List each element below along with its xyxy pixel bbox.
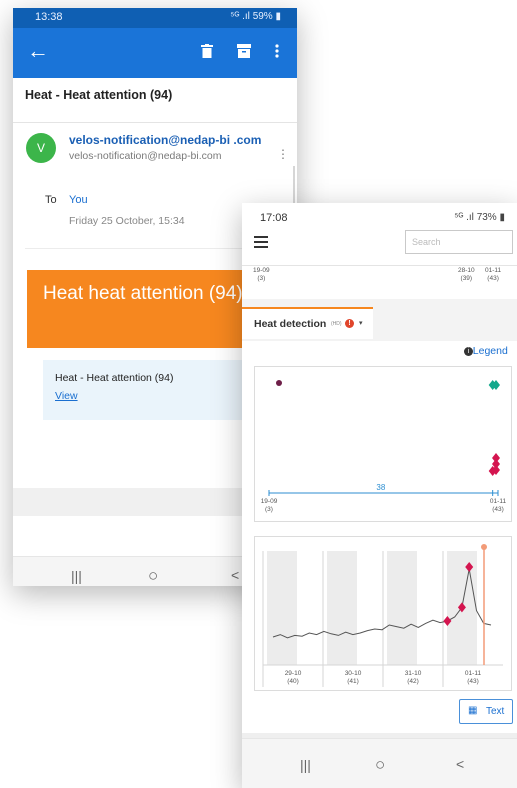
to-label: To xyxy=(45,194,57,206)
battery-percent: 59% xyxy=(252,11,273,22)
email-toolbar: ← xyxy=(13,28,297,78)
top-axis-label-mid: 28-10 (39) xyxy=(458,267,475,283)
activity-chart: 29-10 (40) 30-10 (41) 31-10 (42) 01-11 (43) xyxy=(254,536,512,691)
divider xyxy=(242,265,517,266)
x-tick-num: (43) xyxy=(467,678,479,685)
recent-apps-icon[interactable]: ||| xyxy=(71,568,82,584)
signal-icon: ⁵ᴳ .ıl xyxy=(230,11,250,22)
trash-icon[interactable] xyxy=(201,44,213,58)
email-subject: Heat - Heat attention (94) xyxy=(25,88,173,102)
hamburger-menu-icon[interactable] xyxy=(254,236,268,251)
night-band xyxy=(267,551,297,665)
night-band xyxy=(387,551,417,665)
heat-events-svg: 38 19-09(3) 01-11(43) xyxy=(261,380,507,513)
more-vert-icon[interactable]: ⋮ xyxy=(277,148,289,160)
search-input[interactable]: Search xyxy=(405,230,513,254)
battery-icon: ▮ xyxy=(275,11,281,22)
divider xyxy=(13,122,297,123)
home-icon[interactable]: ○ xyxy=(148,566,158,586)
legend-label: Legend xyxy=(472,345,508,357)
x-tick-date: 30-10 xyxy=(345,670,362,677)
interval-label: 38 xyxy=(376,483,385,492)
tick-num: (43) xyxy=(487,275,499,282)
status-right: ⁵ᴳ .ıl 59% ▮ xyxy=(230,11,281,22)
heat-event-point xyxy=(276,380,282,386)
x-tick-num: (43) xyxy=(492,506,504,513)
night-band xyxy=(327,551,357,665)
x-tick-date: 29-10 xyxy=(285,670,302,677)
x-tick-date: 01-11 xyxy=(465,670,482,677)
scrollbar[interactable] xyxy=(293,166,295,206)
tick-date: 19-09 xyxy=(253,267,270,274)
sender-name[interactable]: velos-notification@nedap-bi .com xyxy=(69,133,261,147)
more-vert-icon[interactable] xyxy=(275,44,279,58)
sender-address: velos-notification@nedap-bi.com xyxy=(69,150,222,162)
to-recipient[interactable]: You xyxy=(69,194,88,206)
status-time: 13:38 xyxy=(35,11,63,23)
legend-link[interactable]: Legend xyxy=(464,345,508,357)
back-icon[interactable]: < xyxy=(231,567,239,583)
x-tick-date: 31-10 xyxy=(405,670,422,677)
x-tick-date: 19-09 xyxy=(261,498,278,505)
tick-date: 28-10 xyxy=(458,267,475,274)
battery-percent: 73% xyxy=(476,212,497,223)
table-icon: ▦ xyxy=(468,705,478,716)
view-link[interactable]: View xyxy=(55,390,78,402)
heat-events-chart: 38 19-09 (3) 01-11 (43) xyxy=(254,366,512,522)
heat-detection-phone: 17:08 ⁵ᴳ .ıl 73% ▮ Search 19-09 (3) 28-1… xyxy=(242,203,517,788)
tick-num: (3) xyxy=(257,275,266,282)
x-tick-num: (3) xyxy=(265,506,273,513)
avatar: V xyxy=(26,133,56,163)
tick-num: (39) xyxy=(460,275,473,282)
text-button-label: Text xyxy=(486,706,505,717)
archive-icon[interactable] xyxy=(237,44,251,58)
x-tick-date: 01-11 xyxy=(490,498,507,505)
top-axis-label-right: 01-11 (43) xyxy=(485,267,501,283)
back-icon[interactable]: < xyxy=(456,756,464,772)
x-tick-num: (40) xyxy=(287,678,299,685)
status-time: 17:08 xyxy=(260,212,288,224)
current-time-marker xyxy=(481,544,487,550)
home-icon[interactable]: ○ xyxy=(375,755,385,775)
tick-date: 01-11 xyxy=(485,267,502,274)
chevron-down-icon[interactable]: ▾ xyxy=(359,319,363,327)
x-tick-num: (41) xyxy=(347,678,359,685)
recent-apps-icon[interactable]: ||| xyxy=(300,757,311,773)
activity-svg: 29-10(40) 30-10(41) 31-10(42) 01-11(43) xyxy=(262,544,503,687)
tab-label: Heat detection xyxy=(254,318,327,330)
status-bar: 13:38 ⁵ᴳ .ıl 59% ▮ xyxy=(13,8,297,28)
top-axis-label-left: 19-09 (3) xyxy=(253,267,270,283)
card-title: Heat - Heat attention (94) xyxy=(55,372,174,384)
status-right: ⁵ᴳ .ıl 73% ▮ xyxy=(454,212,505,223)
arrow-left-icon[interactable]: ← xyxy=(27,40,49,62)
tab-heat-detection[interactable]: Heat detection (HD) ! ▾ xyxy=(242,307,373,339)
tab-small-label: (HD) xyxy=(331,321,342,327)
battery-icon: ▮ xyxy=(499,212,505,223)
text-view-button[interactable]: ▦ Text xyxy=(459,699,513,724)
signal-icon: ⁵ᴳ .ıl xyxy=(454,212,474,223)
info-icon[interactable]: ! xyxy=(345,319,354,328)
x-tick-num: (42) xyxy=(407,678,419,685)
system-nav-bar: ||| ○ < xyxy=(242,738,517,788)
email-date: Friday 25 October, 15:34 xyxy=(69,215,185,227)
